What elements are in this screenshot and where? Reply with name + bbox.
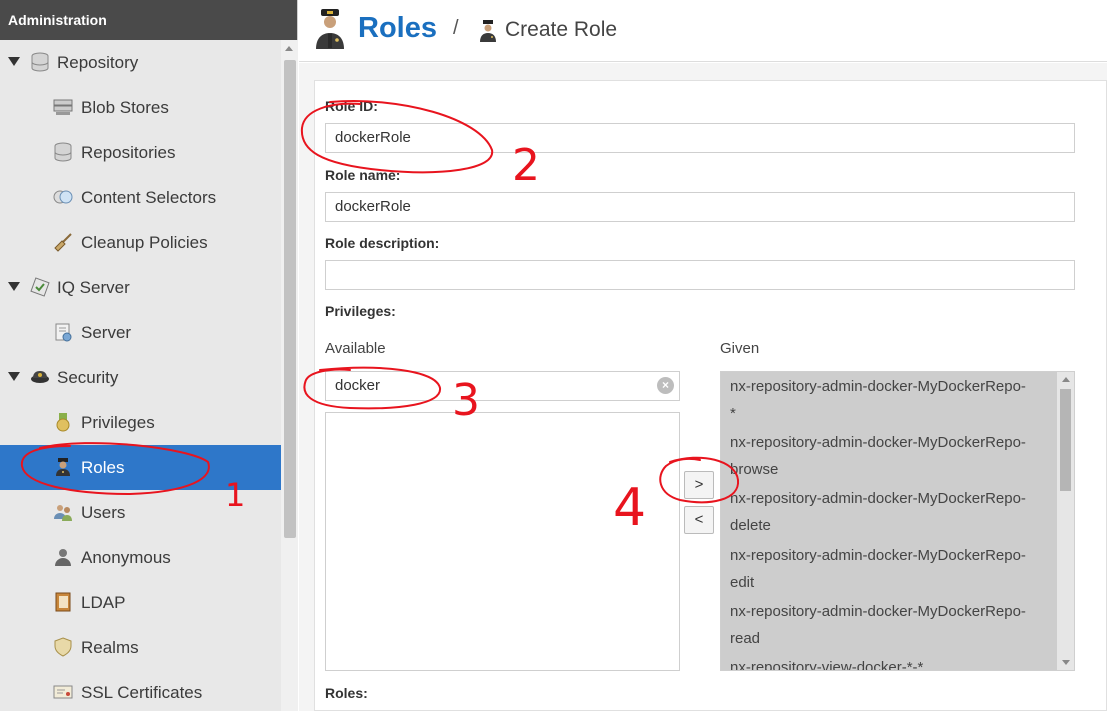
annotation-circle-role-id [300, 100, 494, 174]
annotation-number: 1 [225, 476, 245, 514]
annotation-number: 2 [512, 140, 540, 191]
annotation-overlay: 1 2 3 4 [20, 100, 740, 538]
annotation-circle-roles [20, 442, 210, 496]
annotation-number: 4 [613, 478, 646, 538]
annotation-circle-add [659, 456, 740, 504]
annotation-number: 3 [452, 375, 480, 426]
annotation-circle-docker [303, 366, 441, 410]
